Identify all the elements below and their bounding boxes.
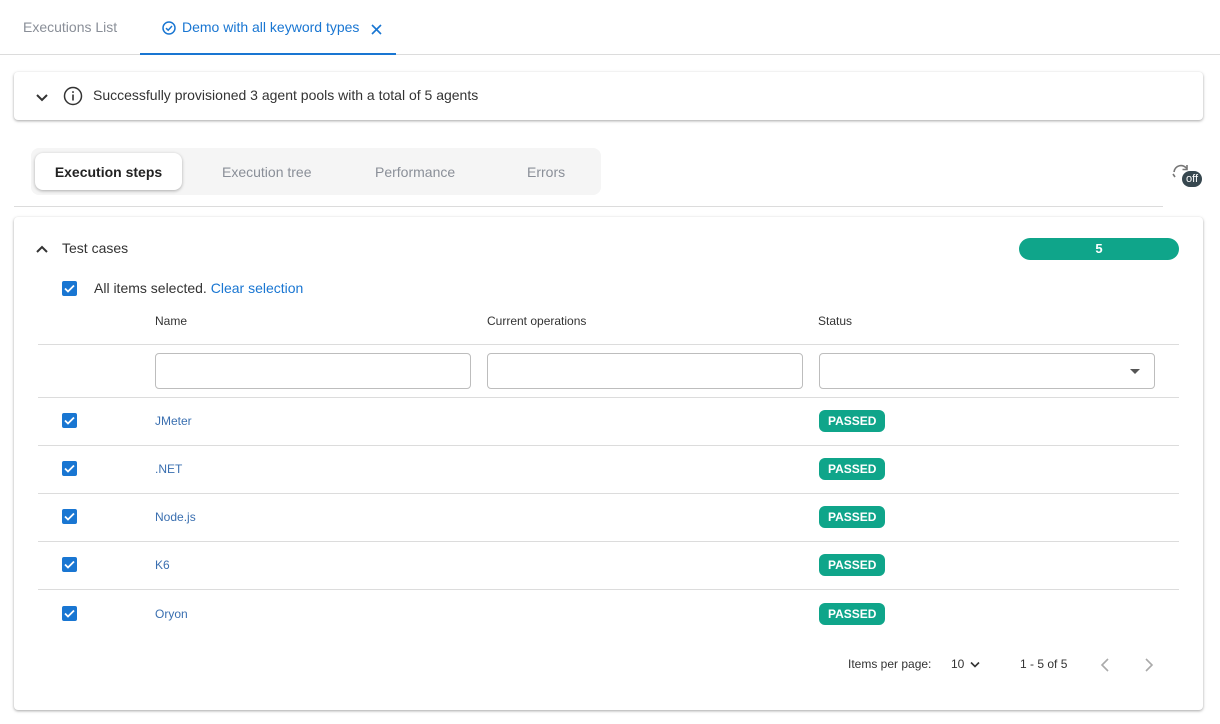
table-row: Oryon PASSED	[38, 590, 1179, 638]
selection-text: All items selected.	[94, 280, 207, 296]
tab-execution-tree[interactable]: Execution tree	[222, 148, 312, 195]
chevron-down-icon	[970, 661, 980, 668]
panel-title: Test cases	[62, 240, 129, 256]
info-icon	[63, 86, 83, 109]
status-badge: PASSED	[819, 410, 886, 432]
test-case-link[interactable]: Oryon	[155, 607, 188, 621]
tab-execution-demo-label: Demo with all keyword types	[182, 18, 360, 35]
banner-message: Successfully provisioned 3 agent pools w…	[93, 87, 479, 103]
divider	[14, 206, 1163, 207]
top-tab-bar: Executions List Demo with all keyword ty…	[0, 0, 1220, 55]
tab-execution-demo[interactable]: Demo with all keyword types	[140, 0, 396, 55]
chevron-up-icon[interactable]	[36, 241, 48, 257]
test-case-count-badge: 5	[1019, 238, 1179, 260]
status-badge: PASSED	[819, 506, 886, 528]
items-per-page-label: Items per page:	[848, 657, 932, 671]
previous-page-icon[interactable]	[1100, 658, 1110, 675]
view-tab-group: Execution steps Execution tree Performan…	[31, 148, 601, 195]
tab-execution-steps[interactable]: Execution steps	[35, 153, 182, 190]
row-checkbox[interactable]	[62, 557, 77, 572]
row-checkbox[interactable]	[62, 509, 77, 524]
test-case-link[interactable]: .NET	[155, 462, 182, 476]
dropdown-arrow-icon	[1130, 369, 1140, 374]
chevron-down-icon[interactable]	[36, 90, 48, 106]
check-circle-icon	[162, 21, 176, 38]
table-row: K6 PASSED	[38, 541, 1179, 589]
row-checkbox[interactable]	[62, 606, 77, 621]
row-checkbox[interactable]	[62, 413, 77, 428]
selection-status: All items selected. Clear selection	[94, 280, 303, 296]
tab-executions-list[interactable]: Executions List	[23, 0, 117, 54]
row-checkbox[interactable]	[62, 461, 77, 476]
column-header-name: Name	[155, 314, 188, 328]
test-case-link[interactable]: JMeter	[155, 414, 192, 428]
provisioning-banner: Successfully provisioned 3 agent pools w…	[14, 72, 1203, 120]
test-case-link[interactable]: K6	[155, 558, 170, 572]
auto-refresh-status-badge: off	[1182, 171, 1203, 187]
next-page-icon[interactable]	[1144, 658, 1154, 675]
auto-refresh-toggle[interactable]: off	[1170, 163, 1206, 189]
tab-errors[interactable]: Errors	[527, 148, 565, 195]
status-badge: PASSED	[819, 603, 886, 625]
select-all-checkbox[interactable]	[62, 281, 77, 296]
close-tab-icon[interactable]	[371, 22, 382, 38]
table-row: Node.js PASSED	[38, 493, 1179, 541]
status-filter-select[interactable]	[819, 353, 1155, 389]
page-range: 1 - 5 of 5	[1020, 657, 1068, 671]
page-size-value: 10	[951, 657, 965, 671]
page-size-select[interactable]: 10	[951, 657, 980, 671]
current-operations-filter-input[interactable]	[487, 353, 803, 389]
test-cases-panel: Test cases 5 All items selected. Clear s…	[14, 217, 1203, 710]
divider	[38, 344, 1179, 345]
name-filter-input[interactable]	[155, 353, 471, 389]
status-badge: PASSED	[819, 554, 886, 576]
column-header-current-operations: Current operations	[487, 314, 587, 328]
column-header-status: Status	[818, 314, 853, 328]
tab-performance[interactable]: Performance	[375, 148, 455, 195]
clear-selection-link[interactable]: Clear selection	[211, 280, 304, 296]
table-row: .NET PASSED	[38, 445, 1179, 493]
status-badge: PASSED	[819, 458, 886, 480]
table-row: JMeter PASSED	[38, 397, 1179, 445]
test-case-link[interactable]: Node.js	[155, 510, 196, 524]
